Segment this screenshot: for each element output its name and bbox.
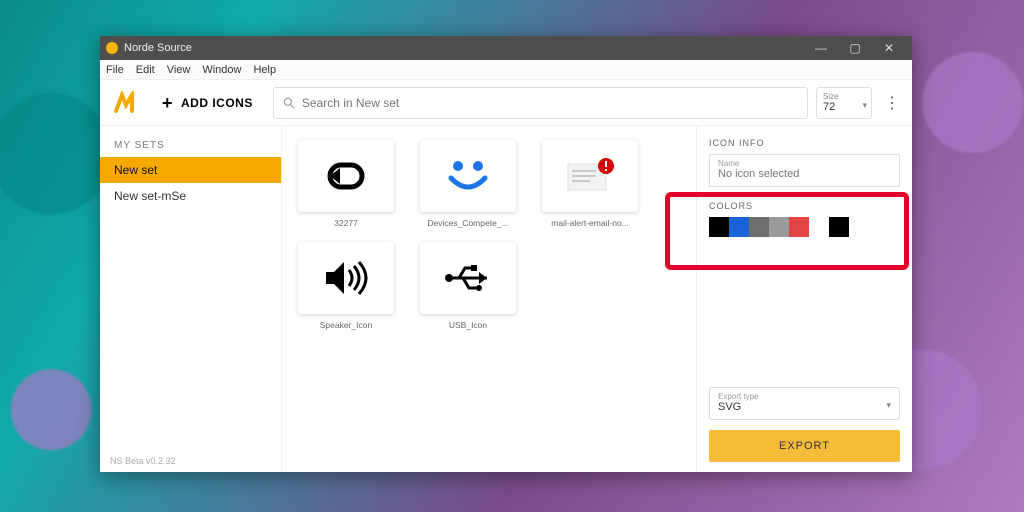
icon-card: Devices_Compete_... <box>414 140 522 228</box>
chevron-down-icon: ▾ <box>862 100 867 111</box>
mail-alert-icon <box>562 156 618 196</box>
color-swatches <box>709 217 900 237</box>
add-icons-label: ADD ICONS <box>181 96 253 110</box>
sidebar-heading: MY SETS <box>100 126 281 157</box>
icon-name-field[interactable]: Name No icon selected <box>709 154 900 187</box>
icon-card: 32277 <box>292 140 400 228</box>
icon-tile-32277[interactable] <box>298 140 394 212</box>
smile-icon <box>443 156 493 196</box>
color-swatch[interactable] <box>749 217 769 237</box>
toolbar: + ADD ICONS Size 72 ▾ ⋮ <box>100 80 912 126</box>
info-panel: ICON INFO Name No icon selected COLORS E… <box>696 126 912 472</box>
color-swatch[interactable] <box>829 217 849 237</box>
menu-file[interactable]: File <box>106 64 124 76</box>
maximize-button[interactable]: ▢ <box>838 41 872 55</box>
icon-tile-speaker[interactable] <box>298 242 394 314</box>
menu-edit[interactable]: Edit <box>136 64 155 76</box>
content-area: MY SETS New set New set-mSe NS Beta v0.2… <box>100 126 912 472</box>
export-button[interactable]: EXPORT <box>709 430 900 462</box>
color-swatch[interactable] <box>769 217 789 237</box>
icon-tile-usb[interactable] <box>420 242 516 314</box>
color-swatch <box>809 217 829 237</box>
search-input[interactable] <box>302 96 799 110</box>
search-field[interactable] <box>273 87 808 119</box>
size-label: Size <box>823 92 865 101</box>
icon-grid: 32277 Devices_Compete_... <box>282 126 696 472</box>
search-icon <box>282 96 296 110</box>
size-value: 72 <box>823 101 865 113</box>
sidebar-item-new-set[interactable]: New set <box>100 157 281 183</box>
usb-icon <box>443 262 493 294</box>
sidebar-item-new-set-mse[interactable]: New set-mSe <box>100 183 281 209</box>
reload-icon <box>324 159 368 193</box>
color-swatch[interactable] <box>709 217 729 237</box>
menu-help[interactable]: Help <box>253 64 276 76</box>
minimize-button[interactable]: — <box>804 41 838 55</box>
sidebar: MY SETS New set New set-mSe NS Beta v0.2… <box>100 126 282 472</box>
export-type-value: SVG <box>718 401 891 413</box>
name-label: Name <box>718 159 891 168</box>
colors-heading: COLORS <box>709 201 900 211</box>
icon-tile-devices[interactable] <box>420 140 516 212</box>
plus-icon: + <box>162 94 173 112</box>
export-type-dropdown[interactable]: Export type SVG ▾ <box>709 387 900 420</box>
app-logo-icon <box>106 42 118 54</box>
icon-card: USB_Icon <box>414 242 522 330</box>
menu-window[interactable]: Window <box>202 64 241 76</box>
window-title: Norde Source <box>124 42 192 54</box>
icon-caption: Devices_Compete_... <box>427 218 508 228</box>
brand-icon <box>112 91 136 115</box>
chevron-down-icon: ▾ <box>886 400 891 411</box>
icon-card: Speaker_Icon <box>292 242 400 330</box>
icon-card: mail-alert-email-no... <box>536 140 644 228</box>
menubar: File Edit View Window Help <box>100 60 912 80</box>
icon-caption: USB_Icon <box>449 320 487 330</box>
titlebar: Norde Source — ▢ ✕ <box>100 36 912 60</box>
color-swatch[interactable] <box>789 217 809 237</box>
icon-caption: 32277 <box>334 218 358 228</box>
close-button[interactable]: ✕ <box>872 41 906 55</box>
color-swatch[interactable] <box>729 217 749 237</box>
icon-tile-mail-alert[interactable] <box>542 140 638 212</box>
speaker-icon <box>322 258 370 298</box>
icon-info-heading: ICON INFO <box>709 138 900 148</box>
version-label: NS Beta v0.2.32 <box>100 450 281 472</box>
icon-caption: Speaker_Icon <box>320 320 372 330</box>
name-value: No icon selected <box>718 168 891 180</box>
app-window: Norde Source — ▢ ✕ File Edit View Window… <box>100 36 912 472</box>
size-dropdown[interactable]: Size 72 ▾ <box>816 87 872 119</box>
export-type-label: Export type <box>718 392 891 401</box>
overflow-menu-button[interactable]: ⋮ <box>880 93 904 113</box>
icon-caption: mail-alert-email-no... <box>551 218 628 228</box>
menu-view[interactable]: View <box>167 64 191 76</box>
add-icons-button[interactable]: + ADD ICONS <box>150 87 265 119</box>
